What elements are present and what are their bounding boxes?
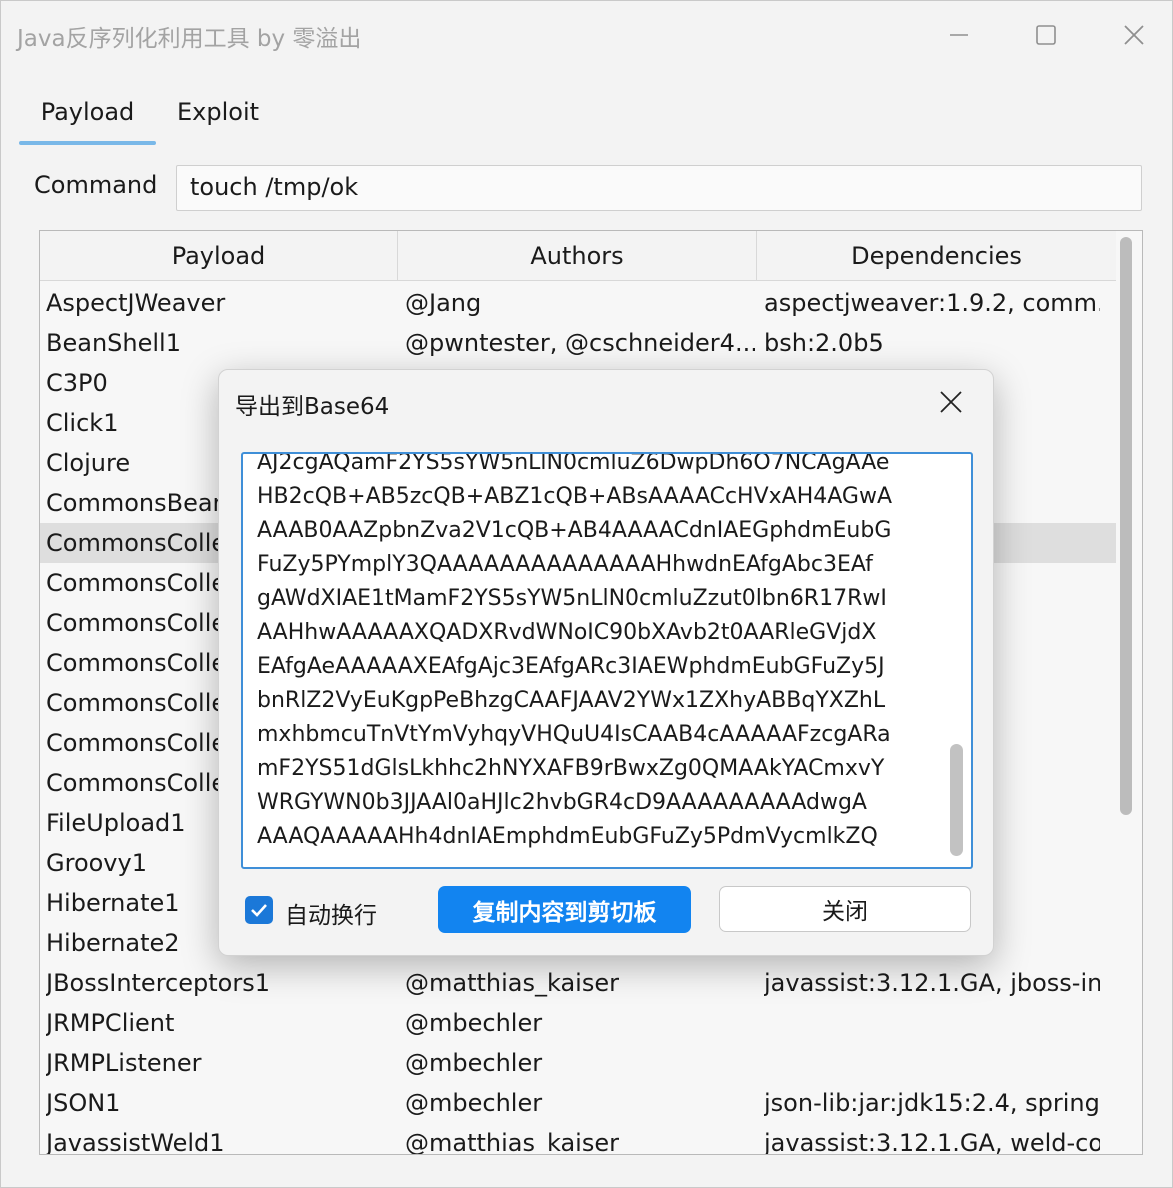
base64-line: gAWdXIAE1tMamF2YS5sYW5nLlN0cmluZzut0lbn6…: [257, 586, 887, 611]
close-icon: [1124, 25, 1144, 45]
table-row[interactable]: JBossInterceptors1 @matthias_kaiser javass…: [40, 963, 1116, 1003]
cell-payload: JavassistWeld1: [46, 1129, 225, 1155]
command-input[interactable]: touch /tmp/ok: [176, 165, 1142, 211]
dialog-title: 导出到Base64: [235, 394, 390, 420]
cell-dependencies: bsh:2.0b5: [764, 329, 884, 357]
close-dialog-button[interactable]: 关闭: [719, 886, 971, 932]
cell-payload: JRMPClient: [46, 1009, 175, 1037]
window-title: Java反序列化利用工具 by 零溢出: [17, 26, 362, 52]
base64-line: AAAB0AAZpbnZva2V1cQB+AB4AAAACdnIAEGphdmE…: [257, 518, 892, 543]
table-scrollbar[interactable]: [1120, 237, 1132, 815]
cell-authors: @Jang: [405, 289, 482, 317]
textarea-scrollbar[interactable]: [950, 744, 963, 856]
close-window-button[interactable]: [1114, 15, 1154, 55]
main-window: Java反序列化利用工具 by 零溢出 Payload Exploit Comm…: [0, 0, 1173, 1188]
cell-dependencies: javassist:3.12.1.GA, jboss-in...: [764, 969, 1100, 997]
maximize-button[interactable]: [1026, 15, 1066, 55]
command-label: Command: [34, 171, 158, 199]
cell-payload: JBossInterceptors1: [46, 969, 270, 997]
base64-line: mxhbmcuTnVtYmVyhqyVHQuU4IsCAAB4cAAAAAFzc…: [257, 722, 891, 747]
column-header-dependencies[interactable]: Dependencies: [757, 231, 1116, 281]
cell-dependencies: [764, 1043, 1100, 1083]
base64-line: AAAQAAAAAHh4dnIAEmphdmEubGFuZy5PdmVycmlk…: [257, 824, 878, 849]
cell-authors: @mbechler: [405, 1089, 543, 1117]
wrap-checkbox[interactable]: [245, 896, 273, 924]
maximize-icon: [1036, 25, 1056, 45]
cell-authors: @mbechler: [405, 1049, 543, 1077]
base64-line: AAHhwAAAAAXQADXRvdWNoIC90bXAvb2t0AARleGV…: [257, 620, 877, 645]
cell-payload: AspectJWeaver: [46, 289, 226, 317]
cell-payload: JRMPListener: [46, 1049, 202, 1077]
base64-line: bnRlZ2VyEuKgpPeBhzgCAAFJAAV2YWx1ZXhyABBq…: [257, 688, 886, 713]
cell-authors: @pwntester, @cschneider4...: [405, 329, 755, 357]
column-header-authors[interactable]: Authors: [398, 231, 757, 281]
table-header: Payload Authors Dependencies: [40, 231, 1116, 281]
table-row[interactable]: JSON1 @mbechler json-lib:jar:jdk15:2.4, sp…: [40, 1083, 1116, 1123]
cell-authors: @mbechler: [405, 1009, 543, 1037]
checkmark-icon: [251, 904, 267, 917]
table-row[interactable]: JRMPListener @mbechler: [40, 1043, 1116, 1083]
cell-payload: JSON1: [46, 1089, 121, 1117]
base64-line: EAfgAeAAAAAXEAfgAjc3EAfgARc3IAEWphdmEubG…: [257, 654, 885, 679]
base64-line: mF2YS51dGlsLkhhc2hNYXAFB9rBwxZg0QMAAkYAC…: [257, 756, 885, 781]
table-row[interactable]: AspectJWeaver @Jang aspectjweaver:1.9.2, c…: [40, 283, 1116, 323]
cell-dependencies: aspectjweaver:1.9.2, comm...: [764, 289, 1100, 317]
cell-authors: @matthias_kaiser: [405, 969, 619, 997]
table-row[interactable]: JRMPClient @mbechler: [40, 1003, 1116, 1043]
dialog-close-button[interactable]: [931, 382, 971, 422]
base64-line: FuZy5PYmplY3QAAAAAAAAAAAAAAHhwdnEAfgAbc3…: [257, 552, 873, 577]
close-icon: [940, 391, 962, 413]
base64-line: WRGYWN0b3JJAAl0aHJlc2hvbGR4cD9AAAAAAAAAd…: [257, 790, 867, 815]
tab-exploit[interactable]: Exploit: [168, 89, 268, 145]
table-row[interactable]: BeanShell1 @pwntester, @cschneider4... bsh…: [40, 323, 1116, 363]
table-row[interactable]: JavassistWeld1 @matthias_kaiser javassist:…: [40, 1123, 1116, 1155]
column-header-payload[interactable]: Payload: [40, 231, 398, 281]
minimize-icon: [950, 34, 968, 36]
export-base64-dialog: 导出到Base64 AJ2cgAQamF2YS5sYW5nLlN0cmluZ6D…: [218, 369, 994, 956]
cell-dependencies: javassist:3.12.1.GA, weld-co...: [764, 1129, 1100, 1155]
wrap-label[interactable]: 自动换行: [285, 896, 377, 930]
cell-authors: @matthias_kaiser: [405, 1129, 619, 1155]
base64-textarea[interactable]: AJ2cgAQamF2YS5sYW5nLlN0cmluZ6DwpDh6O7NCA…: [241, 452, 973, 869]
base64-line: HB2cQB+AB5zcQB+ABZ1cQB+ABsAAAACcHVxAH4AG…: [257, 484, 893, 509]
tab-payload[interactable]: Payload: [19, 89, 156, 145]
cell-payload: BeanShell1: [46, 329, 181, 357]
minimize-button[interactable]: [939, 15, 979, 55]
cell-dependencies: [764, 1003, 1100, 1043]
base64-text: AJ2cgAQamF2YS5sYW5nLlN0cmluZ6DwpDh6O7NCA…: [257, 452, 893, 854]
title-bar: Java反序列化利用工具 by 零溢出: [1, 1, 1172, 69]
copy-to-clipboard-button[interactable]: 复制内容到剪切板: [438, 886, 691, 933]
base64-line: AJ2cgAQamF2YS5sYW5nLlN0cmluZ6DwpDh6O7NCA…: [257, 452, 890, 475]
cell-dependencies: json-lib:jar:jdk15:2.4, spring...: [764, 1089, 1100, 1117]
